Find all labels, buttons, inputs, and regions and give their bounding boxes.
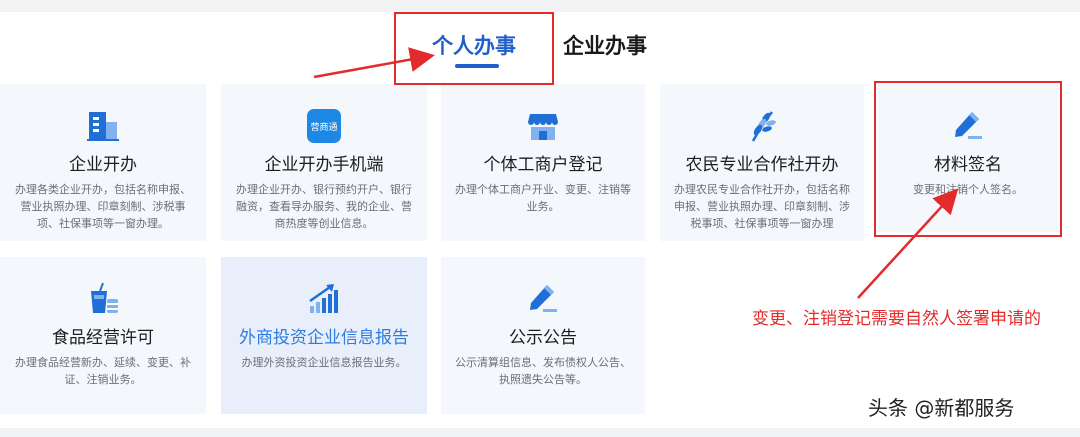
card-title: 企业开办 xyxy=(69,155,137,175)
card-individual-business[interactable]: 个体工商户登记 办理个体工商户开业、变更、注销等业务。 xyxy=(441,84,645,241)
drink-icon xyxy=(85,281,121,317)
shop-icon xyxy=(525,108,561,144)
app-logo-icon: 营商通 xyxy=(306,108,342,144)
card-public-notice[interactable]: 公示公告 公示清算组信息、发布债权人公告、执照遗失公告等。 xyxy=(441,257,645,414)
card-desc: 办理各类企业开办，包括名称申报、营业执照办理、印章刻制、涉税事项、社保事项等一窗… xyxy=(15,183,191,230)
chart-growth-icon xyxy=(306,281,342,317)
card-title: 公示公告 xyxy=(509,328,577,348)
card-title: 农民专业合作社开办 xyxy=(685,155,839,175)
wheat-icon xyxy=(744,108,780,144)
card-desc: 办理企业开办、银行预约开户、银行融资，查看导办服务、我的企业、营商热度等创业信息… xyxy=(236,183,412,230)
annotation-text: 变更、注销登记需要自然人签署申请的 xyxy=(752,309,1041,329)
card-enterprise-setup[interactable]: 企业开办 办理各类企业开办，包括名称申报、营业执照办理、印章刻制、涉税事项、社保… xyxy=(0,84,206,241)
building-icon xyxy=(85,108,121,144)
card-title: 个体工商户登记 xyxy=(483,155,603,175)
card-foreign-investment[interactable]: 外商投资企业信息报告 办理外资投资企业信息报告业务。 xyxy=(221,257,427,414)
card-title: 外商投资企业信息报告 xyxy=(239,328,409,348)
app-logo-text: 营商通 xyxy=(310,121,337,133)
bottom-strip xyxy=(0,428,1080,437)
card-mobile-setup[interactable]: 营商通 企业开办手机端 办理企业开办、银行预约开户、银行融资，查看导办服务、我的… xyxy=(221,84,427,241)
highlight-box-signature-card xyxy=(874,81,1062,237)
top-strip xyxy=(0,0,1080,12)
highlight-box-personal-tab xyxy=(394,12,554,85)
card-desc: 公示清算组信息、发布债权人公告、执照遗失公告等。 xyxy=(455,356,631,386)
card-food-license[interactable]: 食品经营许可 办理食品经营新办、延续、变更、补证、注销业务。 xyxy=(0,257,206,414)
pen-notice-icon xyxy=(525,281,561,317)
watermark: 头条 @新都服务 xyxy=(868,396,1015,420)
tab-enterprise[interactable]: 企业办事 xyxy=(563,30,647,62)
card-farmer-coop[interactable]: 农民专业合作社开办 办理农民专业合作社开办，包括名称申报、营业执照办理、印章刻制… xyxy=(660,84,864,241)
card-desc: 办理农民专业合作社开办，包括名称申报、营业执照办理、印章刻制、涉税事项、社保事项… xyxy=(674,183,850,230)
card-desc: 办理个体工商户开业、变更、注销等业务。 xyxy=(455,183,631,213)
card-title: 食品经营许可 xyxy=(52,328,154,348)
card-title: 企业开办手机端 xyxy=(264,155,384,175)
card-desc: 办理食品经营新办、延续、变更、补证、注销业务。 xyxy=(15,356,191,386)
card-desc: 办理外资投资企业信息报告业务。 xyxy=(241,356,407,369)
